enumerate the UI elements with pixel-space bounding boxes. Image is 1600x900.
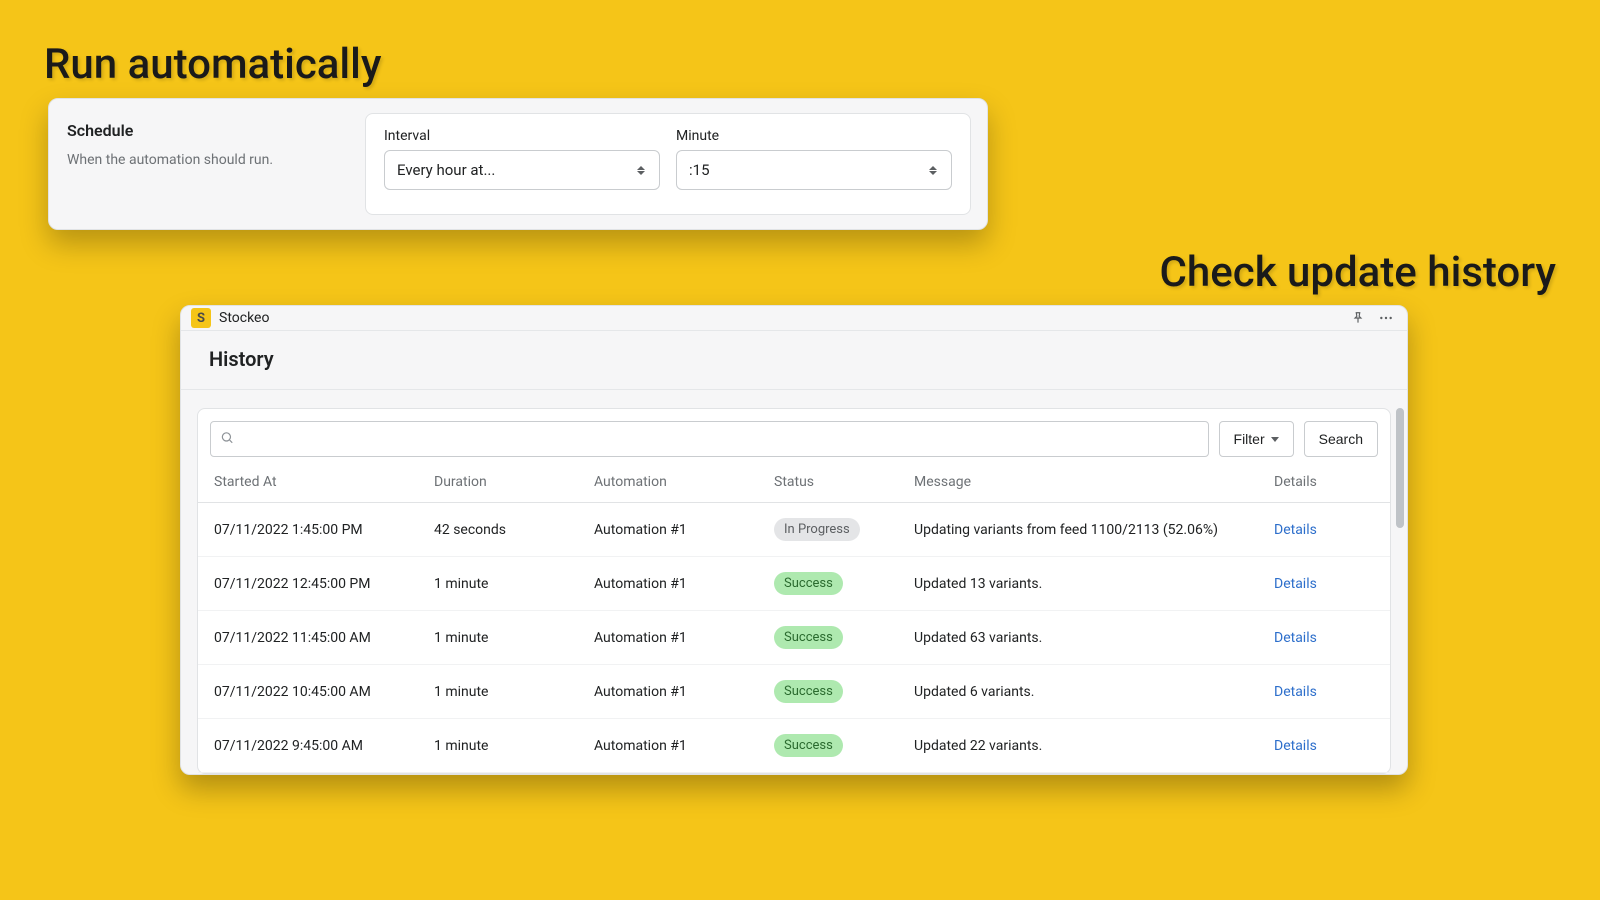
status-badge: Success xyxy=(774,734,843,757)
table-header: Started At Duration Automation Status Me… xyxy=(198,461,1390,503)
interval-select[interactable]: Every hour at... xyxy=(384,150,660,190)
schedule-form: Interval Every hour at... Minute :15 xyxy=(365,113,971,215)
cell-message: Updated 6 variants. xyxy=(914,684,1274,700)
history-body: Filter Search Started At Duration Automa… xyxy=(181,390,1407,774)
cell-status: Success xyxy=(774,572,914,595)
schedule-card: Schedule When the automation should run.… xyxy=(48,98,988,230)
details-link[interactable]: Details xyxy=(1274,576,1317,592)
cell-duration: 1 minute xyxy=(434,630,594,646)
search-field-wrap xyxy=(210,421,1209,457)
filter-button-label: Filter xyxy=(1234,431,1265,447)
filter-button[interactable]: Filter xyxy=(1219,421,1294,457)
cell-message: Updated 22 variants. xyxy=(914,738,1274,754)
status-badge: Success xyxy=(774,626,843,649)
scrollbar[interactable] xyxy=(1396,408,1404,774)
details-link[interactable]: Details xyxy=(1274,738,1317,754)
cell-details: Details xyxy=(1274,630,1374,646)
search-button-label: Search xyxy=(1319,431,1363,447)
search-icon xyxy=(220,430,234,449)
col-started-at: Started At xyxy=(214,474,434,490)
history-panel: S Stockeo History Filter xyxy=(180,305,1408,775)
pin-icon[interactable] xyxy=(1347,307,1369,329)
cell-automation: Automation #1 xyxy=(594,684,774,700)
cell-started-at: 07/11/2022 12:45:00 PM xyxy=(214,576,434,592)
cell-started-at: 07/11/2022 11:45:00 AM xyxy=(214,630,434,646)
col-details: Details xyxy=(1274,474,1374,490)
cell-status: Success xyxy=(774,734,914,757)
schedule-description: When the automation should run. xyxy=(67,152,347,168)
search-button[interactable]: Search xyxy=(1304,421,1378,457)
cell-started-at: 07/11/2022 9:45:00 AM xyxy=(214,738,434,754)
schedule-title: Schedule xyxy=(67,121,347,140)
table-row: 07/11/2022 11:45:00 AM1 minuteAutomation… xyxy=(198,611,1390,665)
heading-check-update-history: Check update history xyxy=(1160,248,1556,297)
cell-duration: 1 minute xyxy=(434,576,594,592)
col-duration: Duration xyxy=(434,474,594,490)
more-icon[interactable] xyxy=(1375,307,1397,329)
status-badge: Success xyxy=(774,680,843,703)
cell-duration: 42 seconds xyxy=(434,522,594,538)
details-link[interactable]: Details xyxy=(1274,630,1317,646)
col-message: Message xyxy=(914,474,1274,490)
scrollbar-thumb[interactable] xyxy=(1396,408,1404,528)
cell-status: Success xyxy=(774,680,914,703)
table-row: 07/11/2022 1:45:00 PM42 secondsAutomatio… xyxy=(198,503,1390,557)
cell-automation: Automation #1 xyxy=(594,738,774,754)
cell-message: Updated 13 variants. xyxy=(914,576,1274,592)
cell-status: In Progress xyxy=(774,518,914,541)
status-badge: In Progress xyxy=(774,518,860,541)
cell-details: Details xyxy=(1274,522,1374,538)
cell-message: Updating variants from feed 1100/2113 (5… xyxy=(914,522,1274,538)
cell-status: Success xyxy=(774,626,914,649)
history-window-header: S Stockeo xyxy=(181,306,1407,331)
col-status: Status xyxy=(774,474,914,490)
page-title: History xyxy=(181,331,1407,390)
cell-started-at: 07/11/2022 1:45:00 PM xyxy=(214,522,434,538)
minute-value: :15 xyxy=(689,161,710,179)
history-toolbar: Filter Search xyxy=(198,409,1390,461)
app-name: Stockeo xyxy=(219,310,269,326)
cell-automation: Automation #1 xyxy=(594,576,774,592)
cell-duration: 1 minute xyxy=(434,738,594,754)
cell-details: Details xyxy=(1274,576,1374,592)
history-table: Started At Duration Automation Status Me… xyxy=(198,461,1390,773)
details-link[interactable]: Details xyxy=(1274,522,1317,538)
app-logo: S xyxy=(191,308,211,328)
interval-value: Every hour at... xyxy=(397,161,495,179)
select-stepper-icon xyxy=(637,161,651,179)
minute-label: Minute xyxy=(676,128,952,144)
schedule-description-pane: Schedule When the automation should run. xyxy=(49,99,365,229)
cell-automation: Automation #1 xyxy=(594,522,774,538)
col-automation: Automation xyxy=(594,474,774,490)
search-input[interactable] xyxy=(210,421,1209,457)
cell-automation: Automation #1 xyxy=(594,630,774,646)
minute-select[interactable]: :15 xyxy=(676,150,952,190)
interval-label: Interval xyxy=(384,128,660,144)
select-stepper-icon xyxy=(929,161,943,179)
chevron-down-icon xyxy=(1271,437,1279,442)
table-row: 07/11/2022 9:45:00 AM1 minuteAutomation … xyxy=(198,719,1390,773)
cell-details: Details xyxy=(1274,684,1374,700)
cell-started-at: 07/11/2022 10:45:00 AM xyxy=(214,684,434,700)
cell-details: Details xyxy=(1274,738,1374,754)
cell-message: Updated 63 variants. xyxy=(914,630,1274,646)
history-card: Filter Search Started At Duration Automa… xyxy=(197,408,1391,774)
minute-field: Minute :15 xyxy=(676,128,952,200)
status-badge: Success xyxy=(774,572,843,595)
heading-run-automatically: Run automatically xyxy=(44,40,381,89)
table-row: 07/11/2022 10:45:00 AM1 minuteAutomation… xyxy=(198,665,1390,719)
interval-field: Interval Every hour at... xyxy=(384,128,660,200)
table-row: 07/11/2022 12:45:00 PM1 minuteAutomation… xyxy=(198,557,1390,611)
details-link[interactable]: Details xyxy=(1274,684,1317,700)
cell-duration: 1 minute xyxy=(434,684,594,700)
